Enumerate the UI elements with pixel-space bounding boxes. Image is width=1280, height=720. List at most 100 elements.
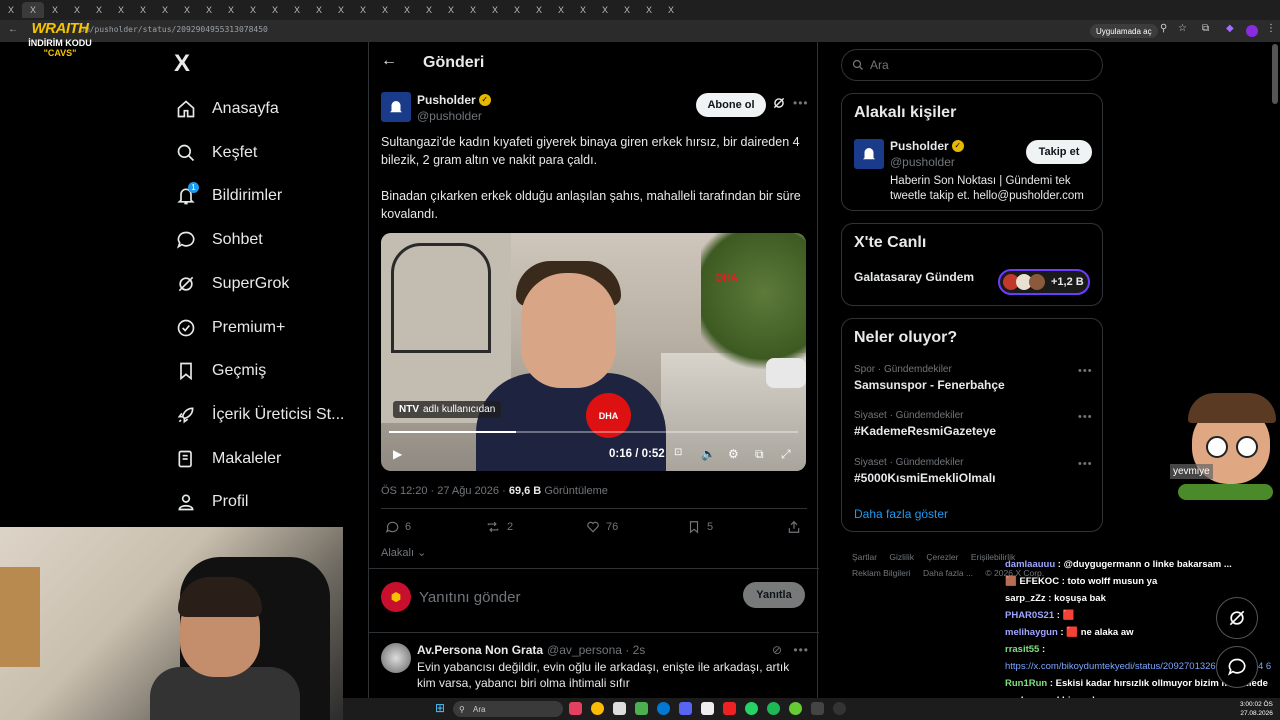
profile-avatar-icon[interactable]	[1246, 25, 1258, 37]
picture-in-picture-icon[interactable]: ⧉	[755, 447, 764, 462]
windows-start-icon[interactable]: ⊞	[435, 701, 445, 715]
reply-input[interactable]: Yanıtını gönder	[419, 589, 520, 606]
nav-creator-studio[interactable]: İçerik Üreticisi St...	[174, 400, 344, 430]
browser-tab[interactable]: X	[242, 2, 264, 18]
back-arrow-icon[interactable]: ←	[381, 52, 397, 70]
taskbar-app-icon[interactable]	[569, 702, 582, 715]
taskbar-clock[interactable]: 3:00:02 ÖS 27.08.2026	[1240, 700, 1273, 718]
obs-icon[interactable]	[833, 702, 846, 715]
reply-action[interactable]: 6	[385, 520, 411, 534]
url-text[interactable]: om/pusholder/status/2092904955313078450	[80, 25, 268, 34]
browser-tab[interactable]: X	[528, 2, 550, 18]
taskbar-search[interactable]: ⚲ Ara	[453, 701, 563, 717]
more-options-icon[interactable]: •••	[793, 643, 809, 657]
volume-icon[interactable]: 🔈	[701, 447, 716, 461]
browser-tab[interactable]: X	[22, 2, 44, 18]
tweet-timestamp[interactable]: ÖS 12:20 · 27 Ağu 2026 ·	[381, 485, 506, 497]
browser-tab[interactable]: X	[616, 2, 638, 18]
nav-explore[interactable]: Keşfet	[174, 138, 257, 168]
author-name[interactable]: Pusholder ✓	[417, 93, 491, 107]
captions-icon[interactable]: ⊡	[674, 447, 682, 458]
x-logo-icon[interactable]: X	[174, 50, 190, 78]
browser-tab[interactable]: X	[110, 2, 132, 18]
reply-author-avatar[interactable]	[381, 643, 411, 673]
browser-menu-icon[interactable]: ⋮	[1266, 23, 1276, 34]
browser-tab[interactable]: X	[506, 2, 528, 18]
trend-item[interactable]: Spor · Gündemdekiler Samsunspor - Fenerb…	[854, 364, 1005, 392]
nav-home[interactable]: Anasayfa	[174, 94, 279, 124]
search-input[interactable]: Ara	[841, 49, 1103, 81]
browser-tab[interactable]: X	[176, 2, 198, 18]
footer-link[interactable]: Şartlar	[852, 552, 877, 562]
taskbar-app-icon[interactable]	[789, 702, 802, 715]
more-options-icon[interactable]: •••	[1078, 365, 1093, 377]
browser-tab[interactable]: X	[660, 2, 682, 18]
discord-icon[interactable]	[679, 702, 692, 715]
trend-item[interactable]: Siyaset · Gündemdekiler #KademeResmiGaze…	[854, 410, 996, 438]
zoom-icon[interactable]: ⚲	[1160, 23, 1167, 34]
my-avatar[interactable]: ⬢	[381, 582, 411, 612]
live-space-name[interactable]: Galatasaray Gündem	[854, 270, 974, 284]
nav-supergrok[interactable]: SuperGrok	[174, 269, 289, 299]
video-progress-bar[interactable]	[389, 431, 798, 433]
nav-notifications[interactable]: 1 Bildirimler	[174, 181, 282, 211]
grok-fab-button[interactable]	[1216, 597, 1258, 639]
bookmark-action[interactable]: 5	[687, 520, 713, 534]
browser-tab[interactable]: X	[572, 2, 594, 18]
browser-tab[interactable]: X	[44, 2, 66, 18]
trend-item[interactable]: Siyaset · Gündemdekiler #5000KısmiEmekli…	[854, 457, 995, 485]
live-listeners-pill[interactable]: +1,2 B	[998, 269, 1090, 295]
browser-tab[interactable]: X	[484, 2, 506, 18]
extension-icon[interactable]: ◆	[1226, 23, 1234, 34]
more-options-icon[interactable]: •••	[793, 96, 809, 110]
share-action[interactable]	[787, 520, 801, 534]
more-options-icon[interactable]: •••	[1078, 458, 1093, 470]
browser-tab[interactable]: X	[0, 2, 22, 18]
video-player[interactable]: DHA DHA NTV adlı kullanıcıdan ▶ 0:16 / 0…	[381, 233, 806, 471]
browser-tab[interactable]: X	[220, 2, 242, 18]
reply-author[interactable]: Av.Persona Non Grata @av_persona · 2s	[417, 643, 645, 657]
play-icon[interactable]: ▶	[393, 447, 402, 461]
taskbar-app-icon[interactable]	[723, 702, 736, 715]
footer-link[interactable]: Reklam Bilgileri	[852, 568, 911, 578]
browser-tab[interactable]: X	[374, 2, 396, 18]
browser-address-bar[interactable]: ← om/pusholder/status/209290495531307845…	[0, 20, 1280, 42]
star-icon[interactable]: ☆	[1178, 23, 1187, 34]
taskbar-app-icon[interactable]	[701, 702, 714, 715]
browser-tab[interactable]: X	[418, 2, 440, 18]
taskbar-app-icon[interactable]	[811, 702, 824, 715]
browser-tab[interactable]: X	[66, 2, 88, 18]
nav-premium[interactable]: Premium+	[174, 313, 285, 343]
browser-tab[interactable]: X	[132, 2, 154, 18]
suggested-name[interactable]: Pusholder ✓	[890, 139, 964, 153]
taskbar-app-icon[interactable]	[613, 702, 626, 715]
related-toggle[interactable]: Alakalı ⌄	[381, 546, 426, 559]
browser-tab[interactable]: X	[264, 2, 286, 18]
author-handle[interactable]: @pusholder	[417, 109, 482, 123]
whatsapp-icon[interactable]	[745, 702, 758, 715]
spotify-icon[interactable]	[767, 702, 780, 715]
browser-tab[interactable]: X	[154, 2, 176, 18]
video-source-tag[interactable]: NTV adlı kullanıcıdan	[393, 401, 502, 418]
scrollbar[interactable]	[1272, 44, 1278, 104]
suggested-handle[interactable]: @pusholder	[890, 155, 955, 169]
footer-link[interactable]: Çerezler	[926, 552, 958, 562]
extensions-icon[interactable]: ⧉	[1202, 23, 1209, 34]
browser-tab[interactable]: X	[462, 2, 484, 18]
follow-button[interactable]: Takip et	[1026, 140, 1092, 164]
browser-tab[interactable]: X	[594, 2, 616, 18]
settings-icon[interactable]: ⚙	[728, 447, 739, 461]
fullscreen-icon[interactable]: ⤢	[781, 447, 791, 462]
nav-chat[interactable]: Sohbet	[174, 225, 263, 255]
footer-link[interactable]: Gizlilik	[889, 552, 914, 562]
chrome-icon[interactable]	[591, 702, 604, 715]
more-options-icon[interactable]: •••	[1078, 411, 1093, 423]
edge-icon[interactable]	[657, 702, 670, 715]
grok-icon[interactable]	[772, 96, 786, 115]
browser-tab[interactable]: X	[198, 2, 220, 18]
browser-tab[interactable]: X	[308, 2, 330, 18]
browser-tab[interactable]: X	[440, 2, 462, 18]
reply-button[interactable]: Yanıtla	[743, 582, 805, 608]
nav-articles[interactable]: Makaleler	[174, 444, 281, 474]
show-more-link[interactable]: Daha fazla göster	[854, 507, 948, 521]
